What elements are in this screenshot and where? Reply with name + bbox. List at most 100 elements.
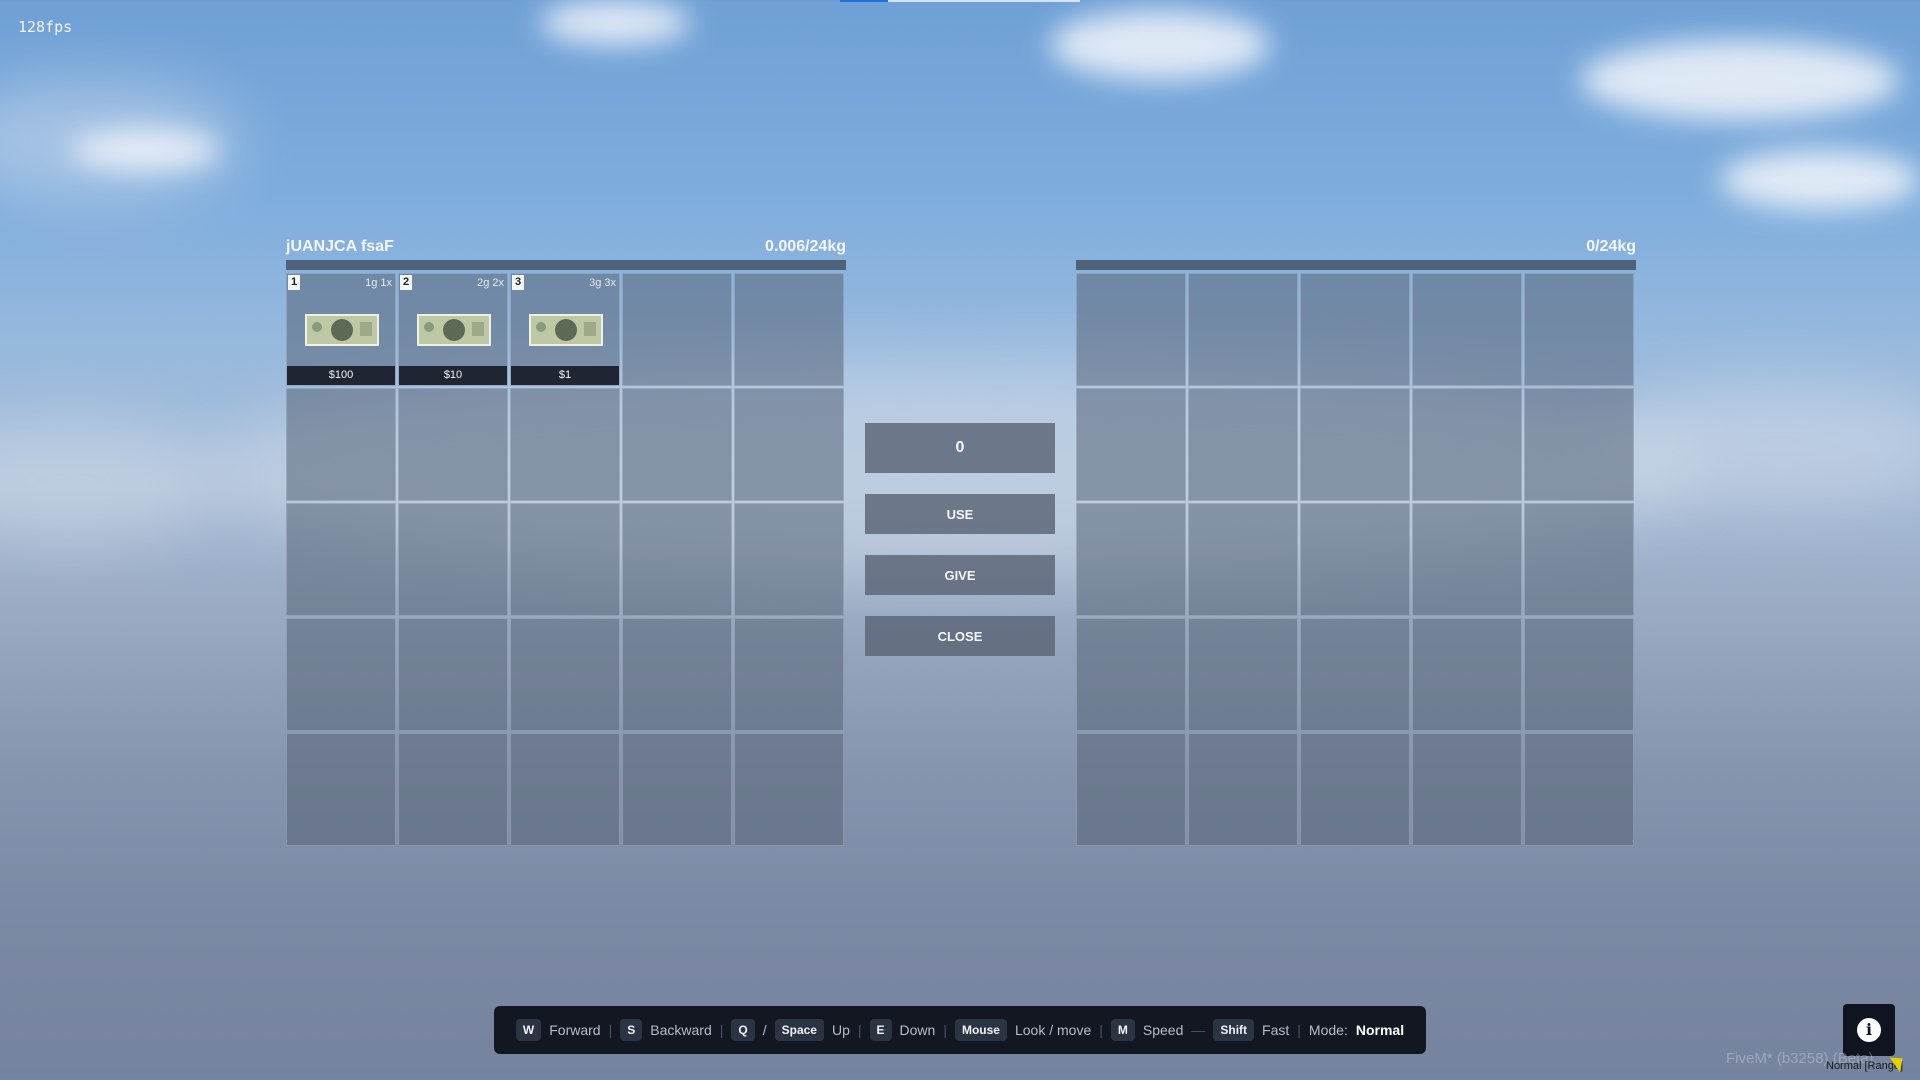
inventory-slot[interactable] (398, 388, 508, 501)
key-mouse: Mouse (954, 1019, 1007, 1041)
inventory-slot[interactable] (1300, 618, 1410, 731)
inventory-slot[interactable] (1188, 618, 1298, 731)
inventory-slot[interactable] (398, 733, 508, 846)
player-weight: 0.006/24kg (765, 238, 846, 255)
mode-tag: Normal [Range] (1826, 1060, 1904, 1072)
inventory-slot[interactable] (622, 733, 732, 846)
amount-input[interactable]: 0 (865, 423, 1055, 473)
player-inventory: jUANJCA fsaF 0.006/24kg 1 1g 1x $100 2 2… (286, 234, 846, 846)
inventory-slot[interactable] (286, 618, 396, 731)
inventory-slot[interactable] (286, 388, 396, 501)
item-weight-count: 2g 2x (477, 277, 504, 289)
inventory-slot[interactable] (1076, 273, 1186, 386)
inventory-grid: 1 1g 1x $100 2 2g 2x $10 3 3g 3x $1 (286, 273, 846, 846)
inventory-slot[interactable] (1300, 503, 1410, 616)
slot-number: 3 (512, 275, 524, 290)
separator: | (1099, 1022, 1103, 1038)
give-button[interactable]: GIVE (865, 555, 1055, 595)
inventory-slot[interactable] (1412, 273, 1522, 386)
inventory-slot[interactable] (286, 733, 396, 846)
inventory-slot[interactable] (1076, 618, 1186, 731)
separator: | (1297, 1022, 1301, 1038)
inventory-slot[interactable] (622, 273, 732, 386)
inventory-slot[interactable] (510, 618, 620, 731)
dash: — (1191, 1022, 1206, 1038)
inventory-slot[interactable] (734, 618, 844, 731)
inventory-slot[interactable] (510, 733, 620, 846)
player-name: jUANJCA fsaF (286, 238, 394, 255)
label-up: Up (831, 1022, 850, 1038)
key-shift: Shift (1213, 1019, 1255, 1041)
inventory-slot[interactable] (622, 388, 732, 501)
inventory-header: 0/24kg (1076, 234, 1636, 256)
inventory-slot[interactable] (398, 618, 508, 731)
weight-bar (1076, 260, 1636, 270)
label-forward: Forward (549, 1022, 601, 1038)
mode-label: Mode: (1308, 1022, 1348, 1038)
item-label: $100 (287, 366, 395, 385)
separator: | (857, 1022, 862, 1038)
inventory-slot[interactable] (1188, 733, 1298, 846)
separator: | (943, 1022, 947, 1038)
inventory-slot[interactable] (1412, 733, 1522, 846)
inventory-slot[interactable] (510, 388, 620, 501)
ten-dollar-bill-icon (417, 314, 491, 346)
inventory-slot[interactable] (1300, 388, 1410, 501)
inventory-slot[interactable] (1524, 733, 1634, 846)
inventory-slot[interactable] (1188, 273, 1298, 386)
key-s: S (620, 1019, 643, 1041)
inventory-slot[interactable] (1524, 503, 1634, 616)
label-down: Down (899, 1022, 936, 1038)
use-button[interactable]: USE (865, 494, 1055, 534)
inventory-slot[interactable] (1300, 733, 1410, 846)
secondary-inventory: 0/24kg (1076, 234, 1636, 846)
slash: / (762, 1022, 767, 1038)
inventory-slot[interactable] (1524, 273, 1634, 386)
inventory-slot-3[interactable]: 3 3g 3x $1 (510, 273, 620, 386)
inventory-slot[interactable] (1188, 503, 1298, 616)
inventory-slot[interactable] (1412, 388, 1522, 501)
one-dollar-bill-icon (529, 314, 603, 346)
close-button[interactable]: CLOSE (865, 616, 1055, 656)
inventory-slot[interactable] (734, 388, 844, 501)
inventory-slot-2[interactable]: 2 2g 2x $10 (398, 273, 508, 386)
weight-bar (286, 260, 846, 270)
inventory-slot[interactable] (1076, 503, 1186, 616)
info-icon: i (1857, 1018, 1881, 1042)
key-space: Space (774, 1019, 824, 1041)
inventory-slot[interactable] (622, 503, 732, 616)
slot-number: 2 (400, 275, 412, 290)
inventory-slot[interactable] (1300, 273, 1410, 386)
label-backward: Backward (650, 1022, 712, 1038)
inventory-slot[interactable] (398, 503, 508, 616)
item-weight-count: 1g 1x (365, 277, 392, 289)
inventory-slot[interactable] (734, 503, 844, 616)
key-e: E (869, 1019, 892, 1041)
label-fast: Fast (1262, 1022, 1290, 1038)
separator: | (608, 1022, 613, 1038)
label-look: Look / move (1014, 1022, 1092, 1038)
separator: | (719, 1022, 724, 1038)
item-label: $1 (511, 366, 619, 385)
secondary-weight: 0/24kg (1586, 238, 1636, 255)
inventory-slot[interactable] (510, 503, 620, 616)
slot-number: 1 (288, 275, 300, 290)
inventory-slot[interactable] (1412, 618, 1522, 731)
controls-help-bar: W Forward | S Backward | Q / Space Up | … (494, 1006, 1426, 1054)
inventory-slot[interactable] (622, 618, 732, 731)
inventory-slot[interactable] (1188, 388, 1298, 501)
info-button[interactable]: i (1843, 1004, 1895, 1056)
inventory-slot[interactable] (1524, 388, 1634, 501)
mode-value: Normal (1355, 1022, 1405, 1038)
key-w: W (515, 1019, 542, 1041)
inventory-slot[interactable] (734, 273, 844, 386)
inventory-slot[interactable] (286, 503, 396, 616)
inventory-slot-1[interactable]: 1 1g 1x $100 (286, 273, 396, 386)
inventory-slot[interactable] (1412, 503, 1522, 616)
inventory-slot[interactable] (1076, 388, 1186, 501)
label-speed: Speed (1142, 1022, 1184, 1038)
inventory-slot[interactable] (734, 733, 844, 846)
inventory-slot[interactable] (1524, 618, 1634, 731)
item-weight-count: 3g 3x (589, 277, 616, 289)
inventory-slot[interactable] (1076, 733, 1186, 846)
